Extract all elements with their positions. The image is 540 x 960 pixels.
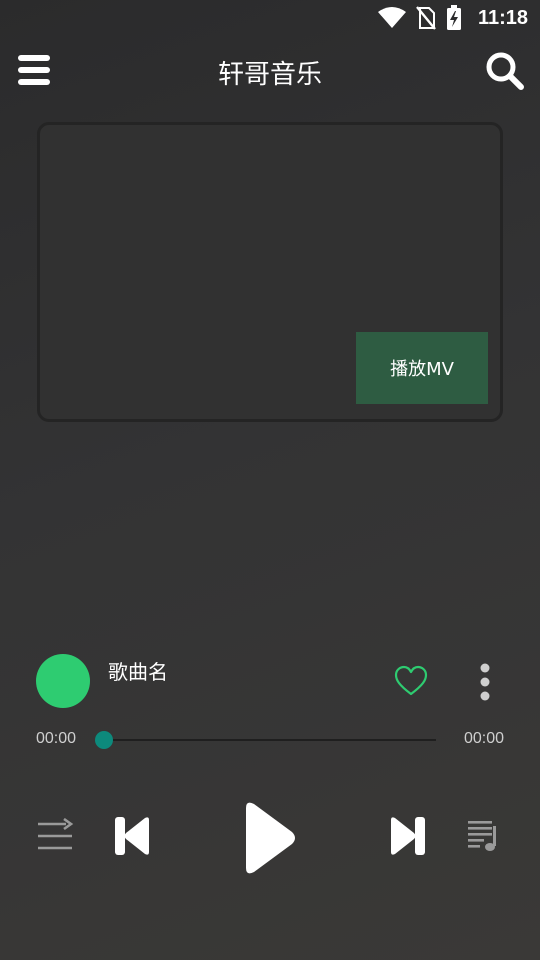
mv-panel: 播放MV [37, 122, 503, 422]
more-vertical-icon [480, 663, 490, 701]
search-icon [486, 52, 524, 90]
shuffle-icon [38, 817, 74, 850]
playback-controls [0, 796, 540, 886]
play-mv-button[interactable]: 播放MV [356, 332, 488, 404]
skip-previous-icon [115, 817, 149, 855]
like-button[interactable] [393, 664, 429, 698]
seek-bar[interactable] [104, 739, 436, 741]
shuffle-button[interactable] [36, 817, 74, 854]
total-time: 00:00 [463, 730, 504, 747]
playlist-icon [468, 821, 496, 851]
current-time: 00:00 [36, 730, 77, 747]
next-button[interactable] [386, 814, 428, 858]
no-sim-icon [416, 6, 436, 30]
song-name: 歌曲名 [108, 660, 168, 684]
status-bar: 11:18 [0, 0, 540, 36]
app-title: 轩哥音乐 [217, 60, 322, 90]
play-icon [246, 802, 295, 874]
play-button[interactable] [240, 798, 300, 878]
app-bar: 轩哥音乐 [0, 36, 540, 104]
more-options-button[interactable] [474, 660, 496, 704]
wifi-icon [377, 7, 406, 28]
search-button[interactable] [484, 50, 526, 92]
album-art[interactable] [36, 654, 90, 708]
seek-bar-thumb[interactable] [95, 731, 113, 749]
previous-button[interactable] [112, 814, 154, 858]
now-playing-bar: 歌曲名 [0, 652, 540, 712]
skip-next-icon [391, 817, 425, 855]
status-time: 11:18 [477, 6, 528, 29]
progress-row: 00:00 00:00 [0, 726, 540, 754]
battery-charging-icon [446, 5, 461, 30]
playlist-button[interactable] [466, 818, 504, 854]
heart-outline-icon [394, 665, 428, 696]
